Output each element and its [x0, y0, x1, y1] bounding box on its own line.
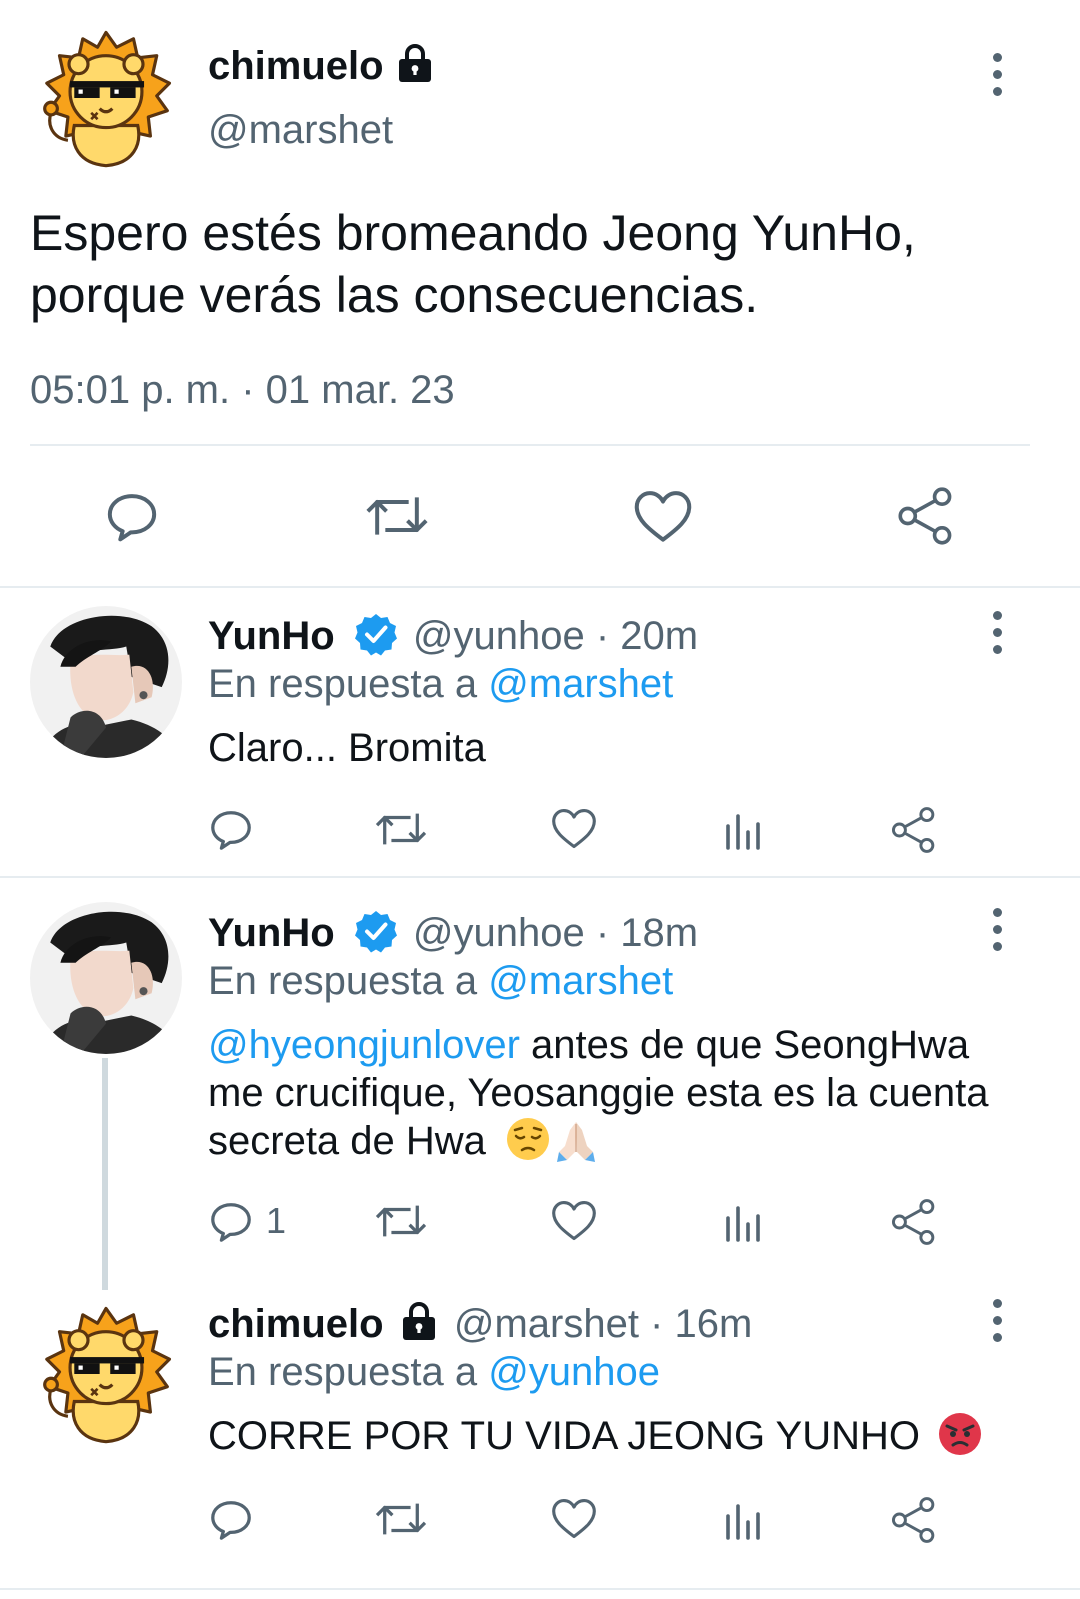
person-avatar-icon	[30, 902, 182, 1054]
reply2-retweet-button[interactable]	[374, 1198, 428, 1244]
reply2-avatar[interactable]	[30, 902, 182, 1054]
verified-icon	[354, 612, 398, 656]
reply2-like-button[interactable]	[550, 1198, 598, 1244]
reply1-like-button[interactable]	[550, 806, 598, 852]
author-display-name: chimuelo	[208, 44, 384, 88]
timestamp-divider	[30, 444, 1030, 446]
reply2-text-line1: antes de que SeongHwa	[519, 1023, 970, 1067]
author-handle[interactable]: @marshet	[208, 106, 393, 154]
reply-icon	[208, 1198, 254, 1244]
reply2-reply-count: 1	[266, 1200, 287, 1241]
section-divider	[0, 1588, 1080, 1590]
person-avatar-icon	[30, 606, 182, 758]
reply3-prefix: En respuesta a	[208, 1350, 478, 1394]
reply1-avatar[interactable]	[30, 606, 182, 758]
reply2-text-line3: secreta de Hwa	[208, 1119, 486, 1163]
lion-avatar-icon	[32, 24, 180, 172]
reply2-share-button[interactable]	[890, 1198, 938, 1246]
share-icon	[890, 806, 938, 854]
heart-icon	[632, 488, 694, 546]
share-button[interactable]	[896, 486, 956, 546]
reply2-mention-link[interactable]: @marshet	[488, 959, 673, 1003]
reply2-display-name: YunHo	[208, 911, 335, 955]
reply2-context: En respuesta a @marshet	[208, 957, 673, 1005]
lion-avatar-icon	[32, 1300, 180, 1448]
share-icon	[890, 1198, 938, 1246]
pensive-face-emoji-icon	[507, 1118, 550, 1161]
reply-icon	[208, 806, 254, 852]
reply2-text: @hyeongjunlover antes de que SeongHwa me…	[208, 1021, 1048, 1165]
thread-line	[102, 1058, 108, 1290]
reply3-more-button[interactable]	[977, 1280, 1017, 1360]
reply3-retweet-button[interactable]	[374, 1496, 428, 1542]
reply1-header[interactable]: YunHo @yunhoe · 20m	[208, 612, 698, 660]
author-avatar[interactable]	[32, 24, 180, 172]
lock-icon	[395, 44, 435, 84]
verified-icon	[354, 909, 398, 953]
reply1-context: En respuesta a @marshet	[208, 660, 673, 708]
heart-icon	[550, 1198, 598, 1244]
reply2-reply-button[interactable]: 1	[208, 1198, 286, 1244]
reply2-more-button[interactable]	[977, 889, 1017, 969]
stats-icon	[724, 1500, 764, 1540]
folded-hands-emoji-icon	[557, 1122, 596, 1163]
reply2-stats-button[interactable]	[724, 1202, 764, 1242]
reply1-stats-button[interactable]	[724, 810, 764, 850]
reply1-prefix: En respuesta a	[208, 662, 478, 706]
reply3-context: En respuesta a @yunhoe	[208, 1348, 660, 1396]
tweet-text-line2: porque verás las consecuencias.	[30, 267, 759, 323]
reply2-prefix: En respuesta a	[208, 959, 478, 1003]
stats-icon	[724, 1202, 764, 1242]
reply3-header[interactable]: chimuelo @marshet · 16m	[208, 1300, 752, 1348]
stats-icon	[724, 810, 764, 850]
lock-icon	[399, 1302, 439, 1342]
reply1-mention-link[interactable]: @marshet	[488, 662, 673, 706]
reply1-handle-time: @yunhoe · 20m	[412, 614, 699, 658]
reply1-text: Claro... Bromita	[208, 726, 486, 770]
reply3-avatar[interactable]	[32, 1300, 180, 1448]
reply-button[interactable]	[104, 488, 160, 544]
angry-face-emoji-icon	[939, 1413, 982, 1456]
reply3-share-button[interactable]	[890, 1496, 938, 1544]
reply2-handle-time: @yunhoe · 18m	[412, 911, 699, 955]
share-icon	[896, 486, 956, 546]
reply3-text: CORRE POR TU VIDA JEONG YUNHO	[208, 1414, 920, 1458]
share-icon	[890, 1496, 938, 1544]
reply3-text-row: CORRE POR TU VIDA JEONG YUNHO	[208, 1412, 983, 1460]
section-divider	[0, 586, 1080, 588]
tweet-timestamp[interactable]: 05:01 p. m. · 01 mar. 23	[30, 366, 455, 414]
retweet-icon	[374, 1496, 428, 1542]
tweet-text-line1: Espero estés bromeando Jeong YunHo,	[30, 205, 916, 261]
author-name-row[interactable]: chimuelo	[208, 42, 435, 90]
reply1-retweet-button[interactable]	[374, 806, 428, 852]
reply2-text-line2: me crucifique, Yeosanggie esta es la cue…	[208, 1071, 989, 1115]
retweet-button[interactable]	[364, 488, 430, 544]
reply1-reply-button[interactable]	[208, 806, 254, 852]
reply-icon	[208, 1496, 254, 1542]
reply1-display-name: YunHo	[208, 614, 335, 658]
reply1-share-button[interactable]	[890, 806, 938, 854]
reply3-display-name: chimuelo	[208, 1302, 384, 1346]
reply2-body-mention[interactable]: @hyeongjunlover	[208, 1023, 520, 1067]
heart-icon	[550, 1496, 598, 1542]
retweet-icon	[374, 806, 428, 852]
reply3-handle-time: @marshet · 16m	[453, 1302, 753, 1346]
reply3-reply-button[interactable]	[208, 1496, 254, 1542]
retweet-icon	[364, 488, 430, 544]
like-button[interactable]	[632, 488, 694, 546]
more-options-button[interactable]	[977, 34, 1017, 114]
section-divider	[0, 876, 1080, 878]
reply1-more-button[interactable]	[977, 592, 1017, 672]
reply3-stats-button[interactable]	[724, 1500, 764, 1540]
reply3-like-button[interactable]	[550, 1496, 598, 1542]
reply2-header[interactable]: YunHo @yunhoe · 18m	[208, 909, 698, 957]
reply3-mention-link[interactable]: @yunhoe	[488, 1350, 660, 1394]
retweet-icon	[374, 1198, 428, 1244]
reply-icon	[104, 488, 160, 544]
tweet-text: Espero estés bromeando Jeong YunHo, porq…	[30, 202, 1050, 326]
heart-icon	[550, 806, 598, 852]
